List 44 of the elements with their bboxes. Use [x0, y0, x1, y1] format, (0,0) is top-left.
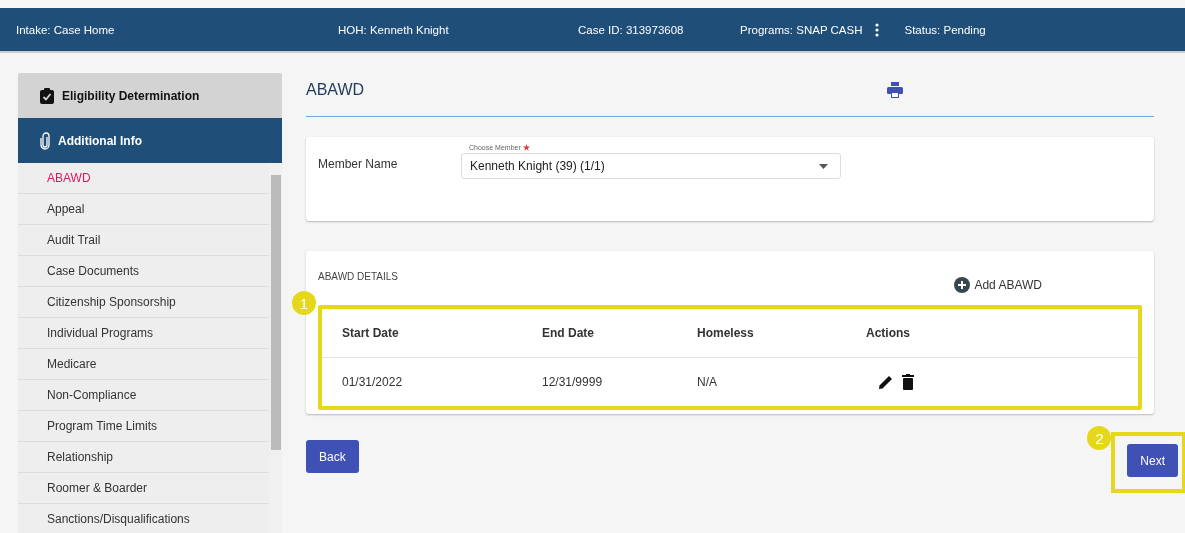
callout-marker: 1	[292, 291, 316, 315]
sidebar-item[interactable]: Medicare	[18, 349, 269, 380]
more-icon[interactable]	[874, 22, 879, 37]
add-abawd-button[interactable]: Add ABAWD	[954, 277, 1042, 293]
table-cell-text: 12/31/9999	[542, 375, 604, 389]
sidebar-item[interactable]: ABAWD	[18, 163, 269, 194]
column-header: Homeless	[697, 326, 755, 340]
field-label: Member Name	[318, 157, 399, 171]
clipboard-check-icon	[40, 87, 54, 104]
header-text: Status: Pending	[904, 23, 986, 36]
sidebar-item[interactable]: Roomer & Boarder	[18, 473, 269, 504]
sidebar-item[interactable]: Non-Compliance	[18, 380, 269, 411]
sidebar-item[interactable]: Case Documents	[18, 256, 269, 287]
sidebar-item[interactable]: Individual Programs	[18, 318, 269, 349]
back-button[interactable]: Back	[306, 440, 359, 473]
column-header: Start Date	[342, 326, 400, 340]
caret-icon	[819, 163, 828, 169]
header-text: HOH: Kenneth Knight	[338, 23, 450, 36]
column-header: End Date	[542, 326, 595, 340]
header-text: Intake: Case Home	[16, 23, 116, 36]
sidebar-item[interactable]: Appeal	[18, 194, 269, 225]
print-icon[interactable]	[887, 81, 904, 98]
page-title: ABAWD	[306, 80, 365, 99]
nav-section[interactable]: Eligibility Determination	[18, 73, 282, 118]
paperclip-icon	[40, 131, 50, 150]
nav-section[interactable]: Additional Info	[18, 118, 282, 163]
sidebar-item[interactable]: Audit Trail	[18, 225, 269, 256]
next-button[interactable]: Next	[1127, 444, 1178, 477]
table-cell-text: 01/31/2022	[342, 375, 404, 389]
sidebar-item[interactable]: Sanctions/Disqualifications	[18, 504, 269, 533]
header-text: Case ID: 313973608	[578, 23, 685, 36]
edit-icon[interactable]	[878, 374, 894, 390]
column-header: Actions	[866, 326, 910, 340]
sidebar-item[interactable]: Citizenship Sponsorship	[18, 287, 269, 318]
delete-icon[interactable]	[902, 374, 914, 390]
table-cell-text: N/A	[697, 375, 718, 389]
add-icon	[954, 277, 971, 293]
member-dropdown[interactable]: Kenneth Knight (39) (1/1)	[461, 153, 841, 179]
header-text: Programs: SNAP CASH	[740, 23, 863, 36]
scrollbar[interactable]	[269, 163, 282, 533]
section-title: ABAWD DETAILS	[318, 271, 398, 282]
sidebar-item[interactable]: Program Time Limits	[18, 411, 269, 442]
callout-marker: 2	[1087, 426, 1112, 450]
sidebar-item[interactable]: Relationship	[18, 442, 269, 473]
